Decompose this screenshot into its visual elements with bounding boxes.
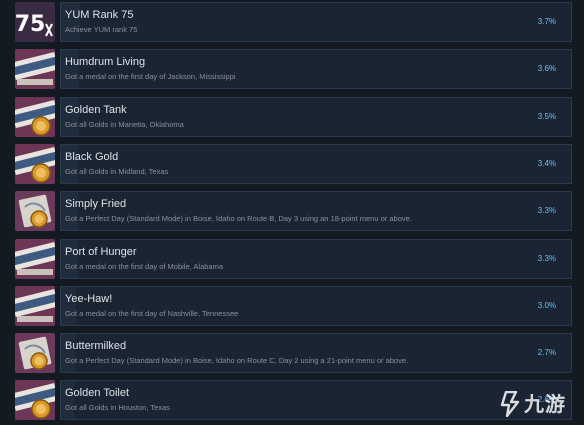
unlock-percent: 3.5%: [537, 112, 556, 121]
midland-gold-medal-icon: [15, 144, 55, 184]
achievement-title: Humdrum Living: [65, 56, 146, 68]
achievement-row[interactable]: Simply Fried Got a Perfect Day (Standard …: [0, 189, 584, 236]
achievement-row[interactable]: 75 YUM Rank 75 Achieve YUM rank 75 3.7%: [0, 0, 584, 47]
nashville-sign-icon: [15, 286, 55, 326]
achievement-row[interactable]: Golden Tank Got all Golds in Marietta, Ok…: [0, 95, 584, 142]
achievement-title: Port of Hunger: [65, 246, 137, 258]
marietta-gold-medal-icon: [15, 97, 55, 137]
achievement-title: Yee-Haw!: [65, 293, 113, 305]
achievement-title: Golden Toilet: [65, 387, 130, 399]
achievement-row[interactable]: Port of Hunger Got a medal on the first d…: [0, 237, 584, 284]
mobile-sign-icon: [15, 239, 55, 279]
achievement-description: Got a medal on the first day of Mobile, …: [65, 262, 224, 271]
unlock-percent: 3.4%: [537, 159, 556, 168]
achievement-panel: Black Gold Got all Golds in Midland, Texa…: [60, 144, 572, 184]
rank-75-badge-icon: 75: [15, 2, 55, 42]
unlock-percent: 3.7%: [537, 17, 556, 26]
achievement-list: 75 YUM Rank 75 Achieve YUM rank 75 3.7% Humd…: [0, 0, 584, 425]
achievement-description: Got a Perfect Day (Standard Mode) in Boi…: [65, 356, 409, 365]
achievement-title: Black Gold: [65, 151, 119, 163]
unlock-percent: 3.3%: [537, 254, 556, 263]
jackson-sign-icon: [15, 49, 55, 89]
achievement-panel: Golden Tank Got all Golds in Marietta, Ok…: [60, 97, 572, 137]
achievement-panel: Humdrum Living Got a medal on the first d…: [60, 49, 572, 89]
achievement-panel: Yee-Haw! Got a medal on the first day of …: [60, 286, 572, 326]
boise-perfect-day-medal-icon: [15, 333, 55, 373]
badge-text: 75: [15, 12, 45, 37]
achievement-row[interactable]: Golden Toilet Got all Golds in Houston, T…: [0, 378, 584, 425]
boise-perfect-day-medal-icon: [15, 191, 55, 231]
achievement-panel: Buttermilked Got a Perfect Day (Standard …: [60, 333, 572, 373]
achievement-panel: Simply Fried Got a Perfect Day (Standard …: [60, 191, 572, 231]
achievement-panel: YUM Rank 75 Achieve YUM rank 75 3.7%: [60, 2, 572, 42]
achievement-panel: Golden Toilet Got all Golds in Houston, T…: [60, 380, 572, 420]
jiuyou-logo-icon: [500, 391, 520, 417]
achievement-row[interactable]: Buttermilked Got a Perfect Day (Standard …: [0, 331, 584, 378]
unlock-percent: 3.3%: [537, 206, 556, 215]
achievement-title: Buttermilked: [65, 340, 127, 352]
watermark: 九游: [498, 387, 578, 421]
achievement-row[interactable]: Black Gold Got all Golds in Midland, Texa…: [0, 142, 584, 189]
achievement-description: Got a Perfect Day (Standard Mode) in Boi…: [65, 214, 412, 223]
houston-gold-medal-icon: [15, 380, 55, 420]
achievement-description: Got all Golds in Midland, Texas: [65, 167, 169, 176]
achievement-row[interactable]: Yee-Haw! Got a medal on the first day of …: [0, 284, 584, 331]
achievement-title: Golden Tank: [65, 104, 127, 116]
achievement-description: Got a medal on the first day of Jackson,…: [65, 72, 236, 81]
watermark-text: 九游: [524, 392, 566, 416]
achievement-panel: Port of Hunger Got a medal on the first d…: [60, 239, 572, 279]
unlock-percent: 2.7%: [537, 348, 556, 357]
achievement-title: Simply Fried: [65, 198, 127, 210]
unlock-percent: 3.6%: [537, 64, 556, 73]
achievement-title: YUM Rank 75: [65, 9, 134, 21]
achievement-description: Got a medal on the first day of Nashvill…: [65, 309, 239, 318]
achievement-description: Got all Golds in Houston, Texas: [65, 403, 170, 412]
achievement-description: Got all Golds in Marietta, Oklahoma: [65, 120, 184, 129]
unlock-percent: 3.0%: [537, 301, 556, 310]
achievement-description: Achieve YUM rank 75: [65, 25, 138, 34]
achievement-row[interactable]: Humdrum Living Got a medal on the first d…: [0, 47, 584, 94]
